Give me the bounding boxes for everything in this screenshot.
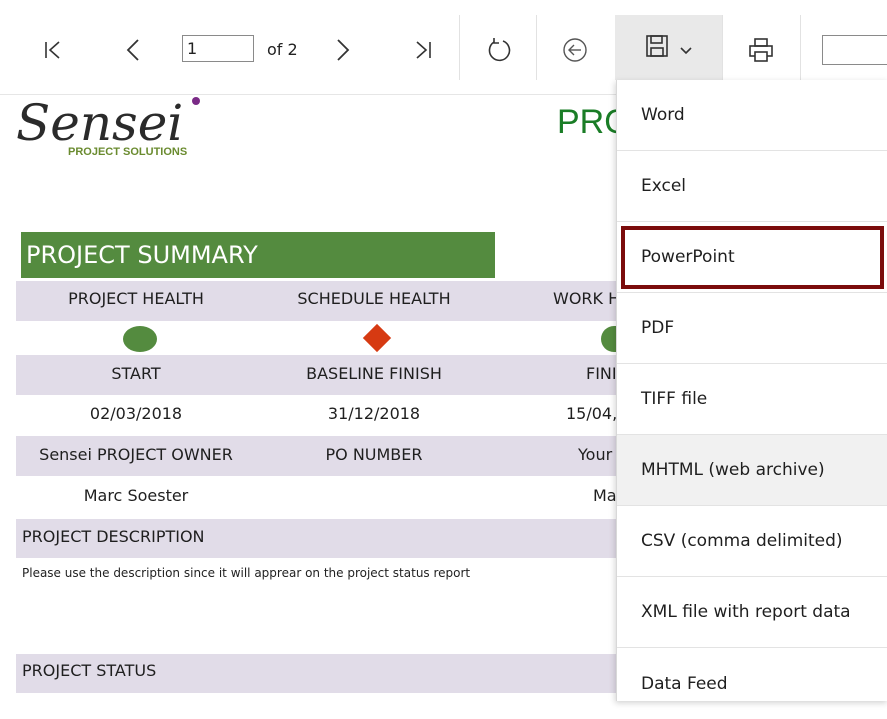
last-page-icon[interactable] [408,35,438,65]
your-label: Your [578,445,613,464]
save-icon [645,34,669,62]
find-input[interactable] [822,35,887,65]
export-pdf-option[interactable]: PDF [617,293,887,364]
export-powerpoint-option[interactable]: PowerPoint [617,222,887,293]
export-menu: Word Excel PowerPoint PDF TIFF file MHTM… [616,80,887,701]
export-mhtml-option[interactable]: MHTML (web archive) [617,435,887,506]
project-owner-label: Sensei PROJECT OWNER [39,445,233,464]
previous-page-icon[interactable] [118,35,148,65]
logo-wordmark: Sensei [16,94,183,152]
project-description-text: Please use the description since it will… [22,566,471,580]
project-description-label: PROJECT DESCRIPTION [22,527,205,546]
refresh-icon[interactable] [482,33,516,67]
page-count-label: of 2 [267,40,298,59]
toolbar-divider [722,15,723,80]
export-data-feed-option[interactable]: Data Feed [617,648,887,719]
toolbar-divider [800,15,801,80]
back-icon[interactable] [558,33,592,67]
project-health-label: PROJECT HEALTH [68,289,204,308]
baseline-finish-label: BASELINE FINISH [306,364,442,383]
work-health-indicator [601,326,616,352]
baseline-finish-date: 31/12/2018 [327,404,421,423]
export-tiff-option[interactable]: TIFF file [617,364,887,435]
work-health-label: WORK H [553,289,621,308]
manager-value: Ma [593,486,617,505]
export-excel-option[interactable]: Excel [617,151,887,222]
page-number-input[interactable] [182,35,254,62]
export-xml-option[interactable]: XML file with report data [617,577,887,648]
start-label: START [111,364,161,383]
project-summary-header: PROJECT SUMMARY [21,232,495,278]
sensei-logo: Sensei PROJECT SOLUTIONS [16,92,206,162]
print-icon[interactable] [744,33,778,67]
finish-label: FINI [586,364,617,383]
save-export-button[interactable] [615,15,723,80]
finish-date: 15/04, [566,404,618,423]
schedule-health-label: SCHEDULE HEALTH [297,289,451,308]
toolbar-divider [459,15,460,80]
project-owner-value: Marc Soester [83,486,189,505]
toolbar-divider [536,15,537,80]
po-number-label: PO NUMBER [325,445,423,464]
project-health-indicator [123,326,157,352]
next-page-icon[interactable] [328,35,358,65]
start-date: 02/03/2018 [89,404,183,423]
schedule-health-indicator [362,323,392,353]
logo-tagline: PROJECT SOLUTIONS [68,146,187,158]
export-word-option[interactable]: Word [617,80,887,151]
chevron-down-icon [679,41,693,60]
export-csv-option[interactable]: CSV (comma delimited) [617,506,887,577]
first-page-icon[interactable] [38,35,68,65]
project-status-label: PROJECT STATUS [22,661,157,680]
